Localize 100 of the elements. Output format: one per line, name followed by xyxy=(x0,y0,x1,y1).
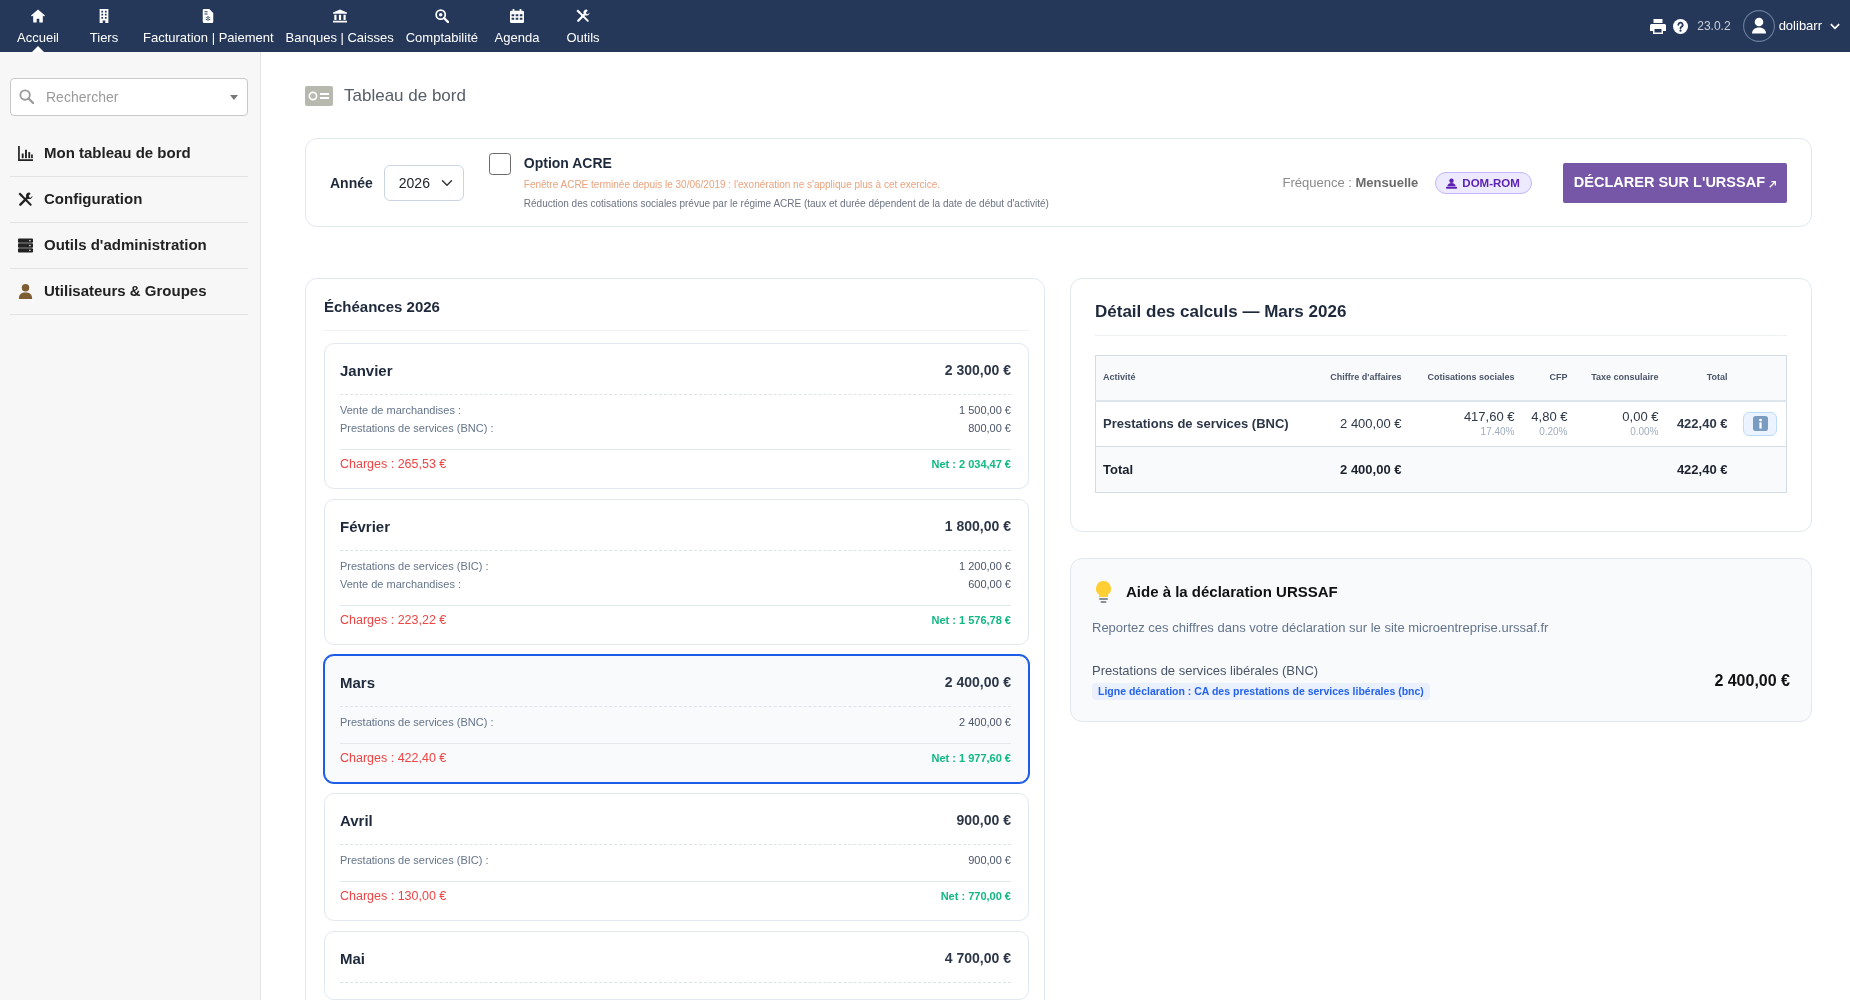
item-amount: 2 400,00 € xyxy=(959,715,1011,730)
region-label: DOM-ROM xyxy=(1462,176,1520,191)
item-amount: 1 200,00 € xyxy=(959,559,1011,574)
item-label: Vente de marchandises : xyxy=(340,577,462,592)
item-amount: 1 500,00 € xyxy=(959,403,1011,418)
net-text: Net : 2 034,47 € xyxy=(931,457,1011,472)
activity-label: Prestations de services libérales (BNC) xyxy=(1092,662,1320,680)
search-field[interactable]: Rechercher xyxy=(10,78,248,116)
table-cell: 422,40 € xyxy=(1665,446,1735,493)
caret-icon[interactable] xyxy=(230,95,238,100)
table-cell: 422,40 € xyxy=(1665,400,1735,447)
table-cell: Total xyxy=(1095,446,1322,493)
cell-rate: 17.40% xyxy=(1479,424,1515,439)
sidebar-item[interactable]: Mon tableau de bord xyxy=(10,131,248,177)
acre-label: Option ACRE xyxy=(523,154,613,173)
document-icon xyxy=(201,9,216,23)
menu-tab[interactable]: Accueil xyxy=(5,0,71,52)
month-card[interactable]: Février 1 800,00 € Prestations de services (BIC) : 1 200,00 € Vente de marchandises : 600,00 € Charges : 223,22 € Net : 1 576,78 € xyxy=(324,499,1029,645)
month-name: Janvier xyxy=(340,362,393,380)
tools-icon xyxy=(18,192,33,207)
item-label: Prestations de services (BNC) : xyxy=(340,715,494,730)
menu-tab[interactable]: Facturation | Paiement xyxy=(137,0,280,52)
month-card[interactable]: Janvier 2 300,00 € Vente de marchandises : 1 500,00 € Prestations de services (BNC) : 800,00 € Charges : 265,53 € Net : 2 034,47 € xyxy=(324,343,1029,489)
chevron-icon xyxy=(1830,22,1840,30)
section-title: Échéances 2026 xyxy=(324,298,441,316)
person-icon xyxy=(1446,177,1458,189)
column-header: Total xyxy=(1665,355,1735,401)
cell-rate: 0.00% xyxy=(1629,424,1659,439)
cell-amount: 0,00 € xyxy=(1621,408,1659,425)
version-text: 23.0.2 xyxy=(1697,18,1731,35)
column-header: CFP xyxy=(1521,355,1575,401)
magnifier-icon xyxy=(434,9,449,23)
acre-note: Réduction des cotisations sociales prévue par le régime ACRE (taux et durée dépendent de la date de début d'activité) xyxy=(523,197,1049,211)
declare-button[interactable]: DÉCLARER SUR L'URSSAF xyxy=(1562,163,1787,203)
help-amount: 2 400,00 € xyxy=(1714,671,1790,692)
page-title: Tableau de bord xyxy=(344,85,466,108)
user-menu[interactable]: dolibarr xyxy=(1742,10,1840,42)
building-icon xyxy=(97,9,111,23)
item-label: Prestations de services (BNC) : xyxy=(340,421,494,436)
acre-warning: Fenêtre ACRE terminée depuis le 30/06/2019 : l'exonération ne s'applique plus à cet exercice. xyxy=(523,178,942,192)
section-title: Détail des calculs — Mars 2026 xyxy=(1095,302,1348,322)
info-button[interactable] xyxy=(1743,411,1778,436)
help-icon[interactable] xyxy=(1673,18,1689,34)
month-total: 1 800,00 € xyxy=(944,516,1011,535)
charges-text: Charges : 265,53 € xyxy=(340,456,447,472)
bank-icon xyxy=(332,9,347,23)
acre-checkbox[interactable] xyxy=(488,153,511,175)
month-total: 4 700,00 € xyxy=(944,948,1011,967)
info-icon xyxy=(1752,416,1768,432)
column-header: Cotisations sociales xyxy=(1408,355,1522,401)
month-total: 2 400,00 € xyxy=(944,672,1011,691)
calendar-icon xyxy=(510,9,524,23)
help-text: Reportez ces chiffres dans votre déclaration sur le site microentreprise.urssaf.fr xyxy=(1092,619,1550,637)
month-name: Mars xyxy=(340,674,376,692)
charges-text: Charges : 130,00 € xyxy=(340,888,447,904)
help-title: Aide à la déclaration URSSAF xyxy=(1126,582,1338,602)
cell-amount: 4,80 € xyxy=(1530,408,1568,425)
bill-icon xyxy=(305,86,333,106)
column-header: Chiffre d'affaires xyxy=(1321,355,1409,401)
menu-tab[interactable]: Banques | Caisses xyxy=(279,0,400,52)
item-amount: 800,00 € xyxy=(968,421,1011,436)
search-icon xyxy=(19,89,34,104)
month-total: 2 300,00 € xyxy=(944,360,1011,379)
menu-tab[interactable]: Agenda xyxy=(484,0,550,52)
menu-tab[interactable]: Tiers xyxy=(71,0,137,52)
user-icon xyxy=(18,284,33,299)
month-card[interactable]: Mai 4 700,00 € xyxy=(324,931,1029,1000)
month-name: Mai xyxy=(340,950,365,968)
lightbulb-icon xyxy=(1094,581,1113,603)
avatar-icon xyxy=(1742,10,1775,42)
menu-tab[interactable]: Outils xyxy=(550,0,616,52)
charges-text: Charges : 422,40 € xyxy=(340,750,447,766)
net-text: Net : 1 977,60 € xyxy=(931,751,1011,766)
net-text: Net : 1 576,78 € xyxy=(931,613,1011,628)
month-card[interactable]: Mars 2 400,00 € Prestations de services (BNC) : 2 400,00 € Charges : 422,40 € Net : 1 977,60 € xyxy=(324,655,1029,783)
sidebar-item[interactable]: Configuration xyxy=(10,177,248,223)
column-header: Taxe consulaire xyxy=(1574,355,1666,401)
cell-rate: 0.20% xyxy=(1538,424,1568,439)
server-icon xyxy=(18,238,33,253)
table-cell: 2 400,00 € xyxy=(1321,400,1409,447)
item-amount: 600,00 € xyxy=(968,577,1011,592)
month-total: 900,00 € xyxy=(956,810,1011,829)
month-card[interactable]: Avril 900,00 € Prestations de services (BIC) : 900,00 € Charges : 130,00 € Net : 770,00 € xyxy=(324,793,1029,921)
item-label: Prestations de services (BIC) : xyxy=(340,559,489,574)
item-label: Prestations de services (BIC) : xyxy=(340,853,489,868)
tools-icon xyxy=(576,9,590,23)
sidebar-item[interactable]: Outils d'administration xyxy=(10,223,248,269)
net-text: Net : 770,00 € xyxy=(940,889,1011,904)
frequency-text: Fréquence : Mensuelle xyxy=(1282,174,1419,193)
home-icon xyxy=(31,9,45,23)
chart-icon xyxy=(18,146,33,161)
item-label: Vente de marchandises : xyxy=(340,403,462,418)
table-cell: 2 400,00 € xyxy=(1321,446,1409,493)
year-select[interactable]: 2026 xyxy=(383,165,464,201)
sidebar-item[interactable]: Utilisateurs & Groupes xyxy=(10,269,248,315)
menu-tab[interactable]: Comptabilité xyxy=(399,0,484,52)
month-name: Avril xyxy=(340,812,373,830)
month-name: Février xyxy=(340,518,391,536)
print-icon[interactable] xyxy=(1650,18,1667,34)
year-label: Année xyxy=(330,173,373,193)
